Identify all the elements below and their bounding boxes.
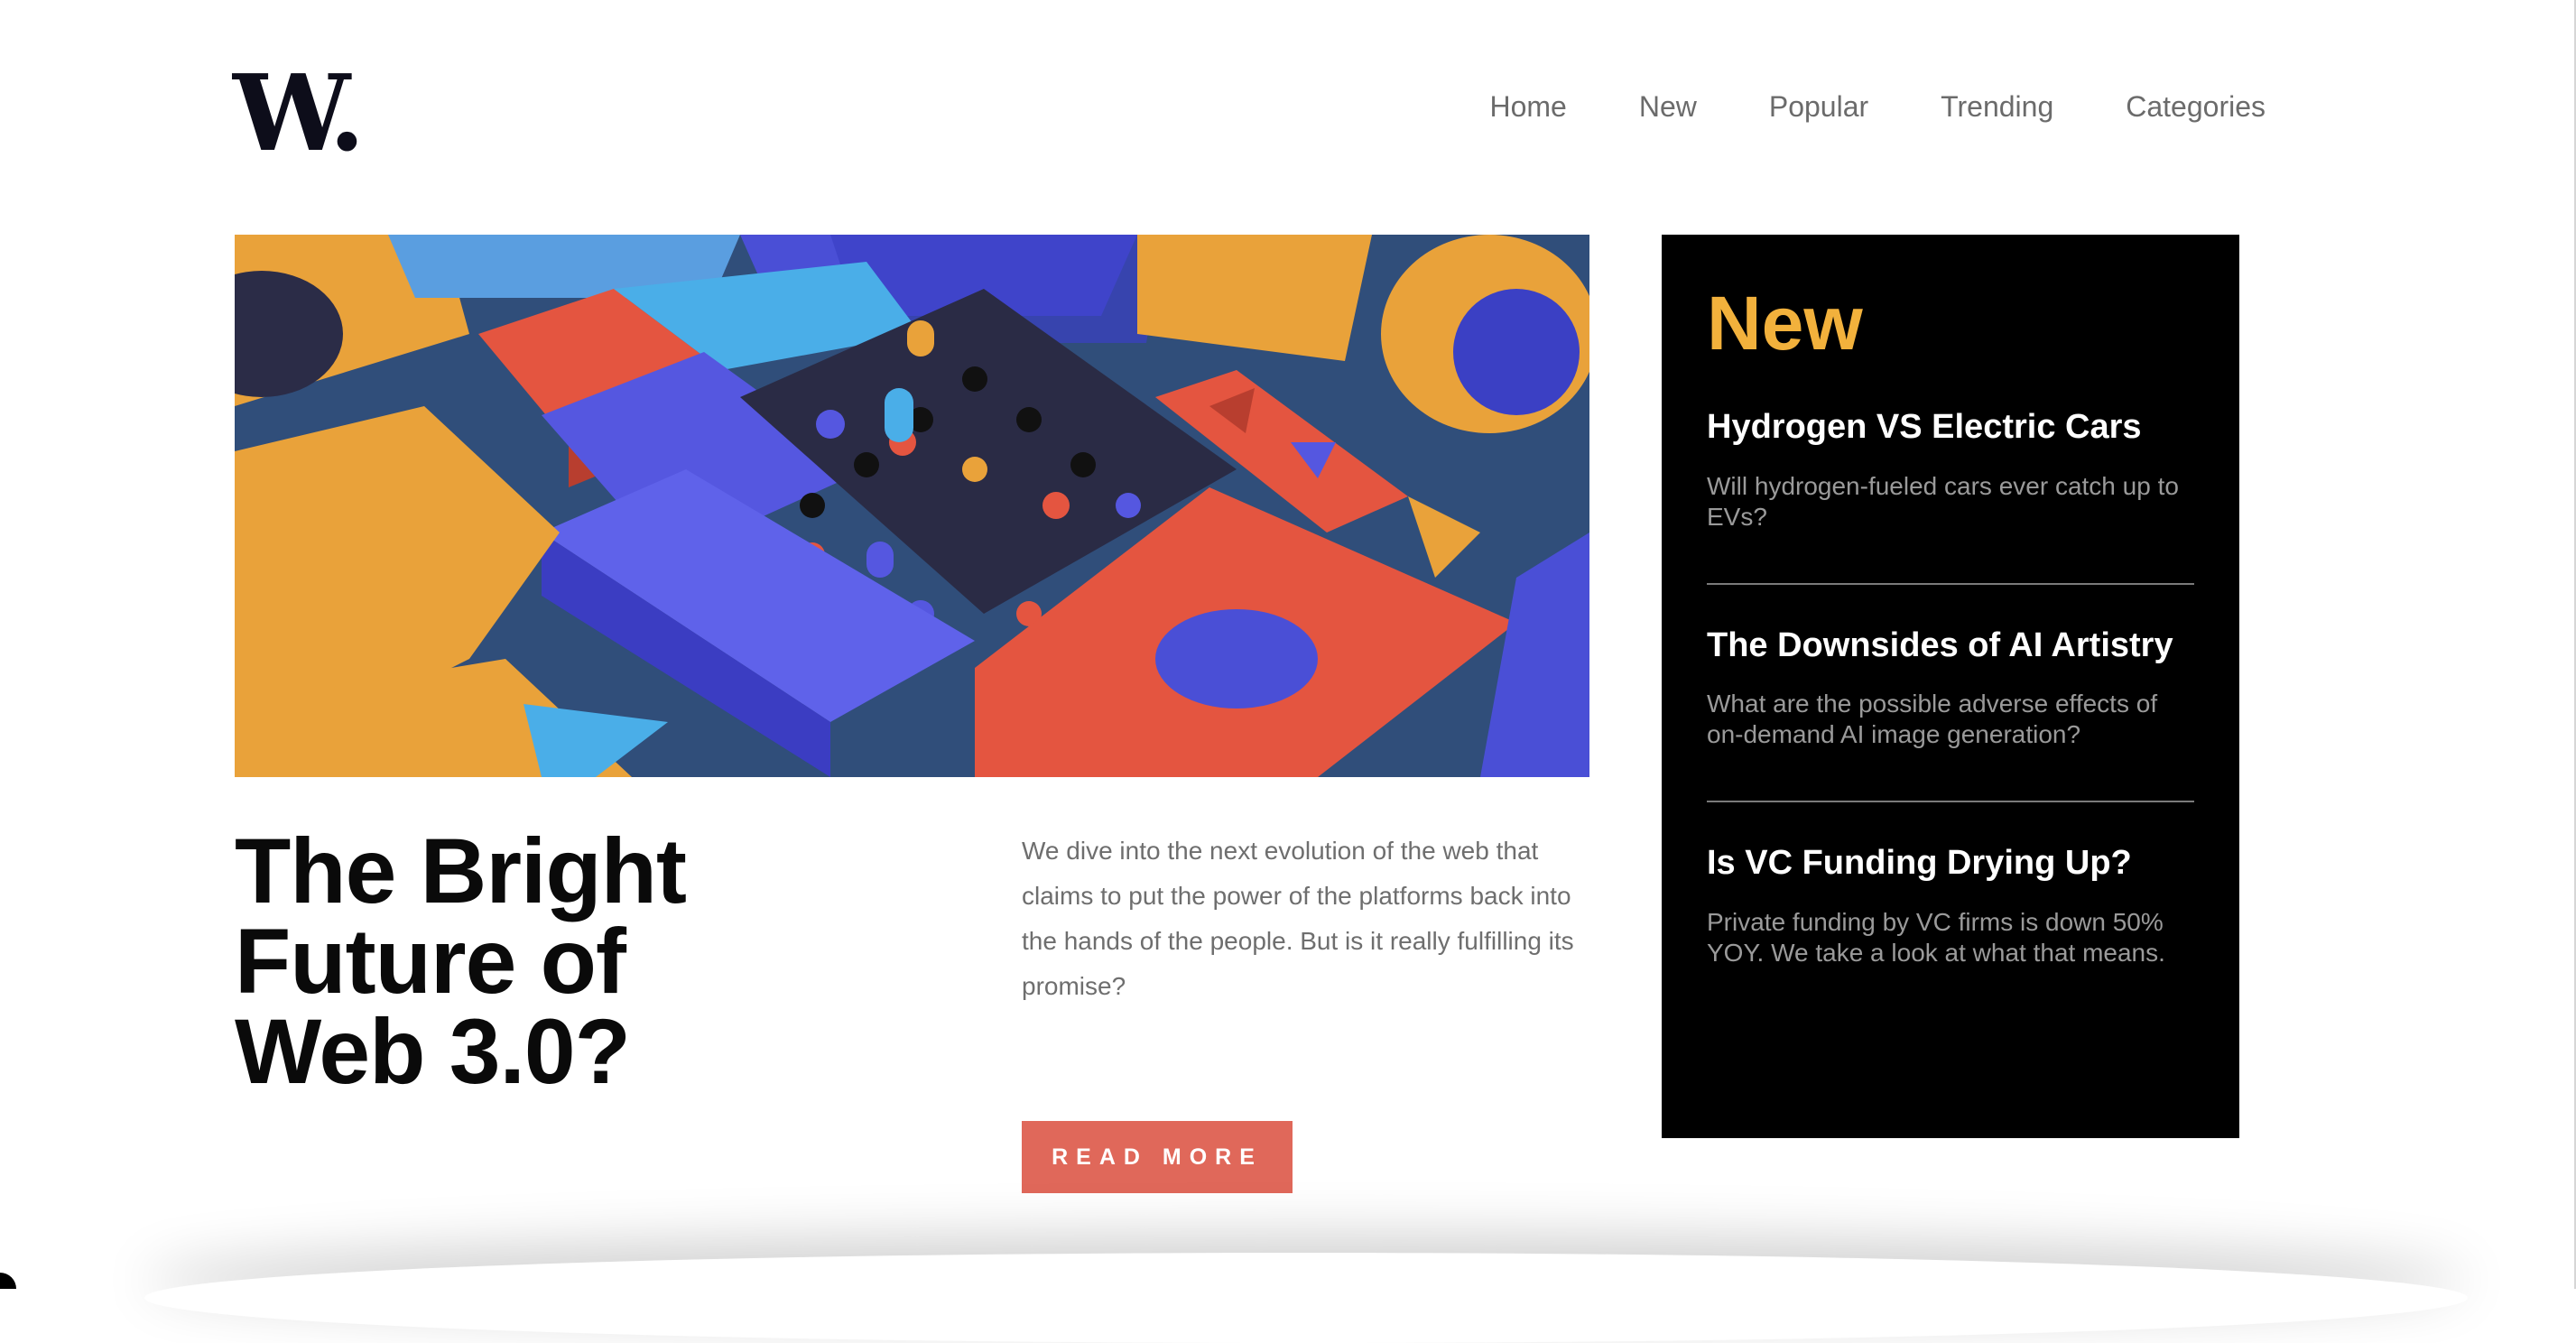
read-more-button[interactable]: READ MORE [1022,1121,1293,1193]
story-description: Will hydrogen-fueled cars ever catch up … [1707,471,2179,531]
story-description: Private funding by VC firms is down 50% … [1707,908,2165,968]
story-title[interactable]: Hydrogen VS Electric Cars [1707,408,2194,448]
story-title[interactable]: The Downsides of AI Artistry [1707,626,2194,666]
headline-line: Web 3.0? [235,1000,631,1103]
story-title[interactable]: Is VC Funding Drying Up? [1707,844,2194,884]
browser-viewport: W. Home New Popular Trending Categories [0,0,2576,1289]
site-logo[interactable]: W. [233,61,366,166]
headline-line: The Bright [235,820,687,922]
story-item[interactable]: The Downsides of AI Artistry What are th… [1707,582,2194,751]
nav-item-home[interactable]: Home [1489,90,1566,124]
nav-item-popular[interactable]: Popular [1769,90,1868,124]
nav-item-trending[interactable]: Trending [1941,90,2053,124]
article-headline: The Bright Future of Web 3.0? [235,825,866,1098]
story-item[interactable]: Is VC Funding Drying Up? Private funding… [1707,801,2194,968]
main-nav: Home New Popular Trending Categories [1489,90,2266,124]
new-stories-panel: New Hydrogen VS Electric Cars Will hydro… [1662,235,2239,1138]
article-summary: We dive into the next evolution of the w… [1022,837,1574,1000]
story-description: What are the possible adverse effects of… [1707,690,2158,749]
panel-title: New [1707,281,1863,366]
story-item[interactable]: Hydrogen VS Electric Cars Will hydrogen-… [1707,361,2194,533]
nav-item-new[interactable]: New [1639,90,1697,124]
headline-line: Future of [235,910,626,1013]
footer-shadow [144,1253,2468,1343]
window-corner [0,1273,16,1289]
abstract-blocks-illustration [235,235,1589,777]
nav-item-categories[interactable]: Categories [2126,90,2266,124]
hero-image [235,235,1589,777]
